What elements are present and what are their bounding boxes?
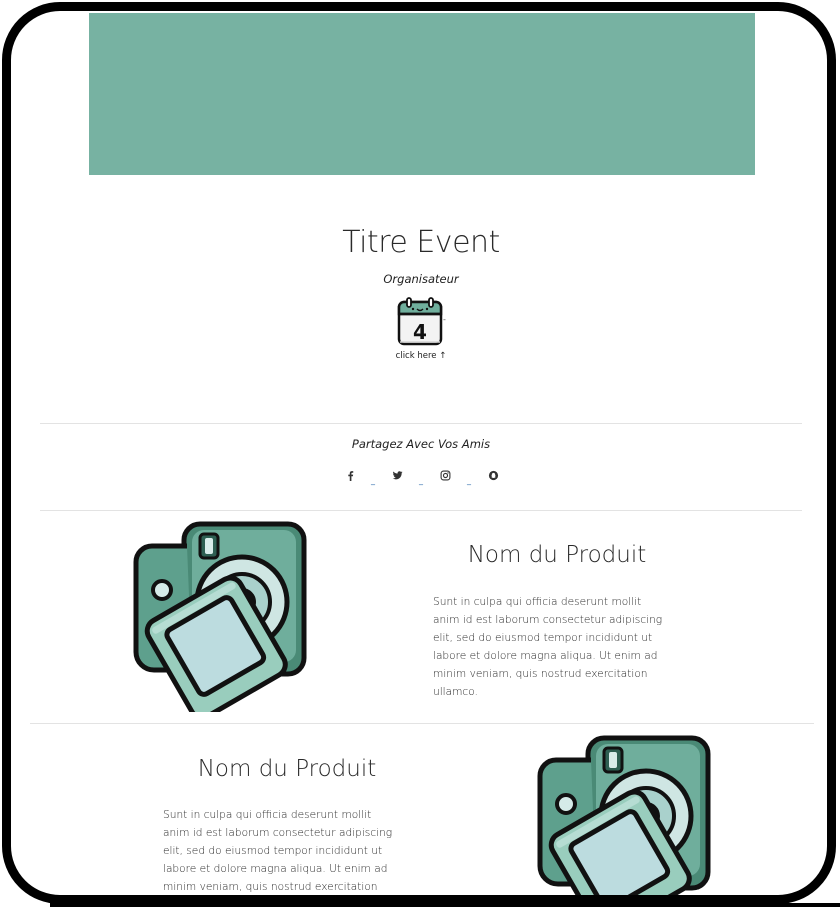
product-name: Nom du Produit <box>467 542 647 568</box>
share-separator: _ <box>371 476 375 485</box>
divider <box>30 723 814 724</box>
instagram-icon <box>440 470 450 480</box>
bottom-border-line <box>50 903 840 907</box>
share-separator: _ <box>419 476 423 485</box>
product-camera-image <box>132 520 314 712</box>
calendar-day: 4 <box>413 320 427 344</box>
product-name: Nom du Produit <box>197 756 377 782</box>
facebook-icon <box>347 470 353 481</box>
share-title: Partagez Avec Vos Amis <box>351 437 491 451</box>
calendar-icon: 4 <box>397 297 443 346</box>
product-description: Sunt in culpa qui officia deserunt molli… <box>433 596 663 698</box>
share-separator: _ <box>467 476 471 485</box>
event-title: Titre Event <box>342 225 500 260</box>
divider <box>40 423 802 424</box>
page-frame: Titre Event Organisateur 4 - click here … <box>2 2 836 904</box>
snapchat-share-button[interactable] <box>487 465 499 485</box>
instagram-share-button[interactable] <box>439 465 451 485</box>
product-description: Sunt in culpa qui officia deserunt molli… <box>163 809 393 893</box>
event-banner <box>89 13 755 175</box>
snapchat-icon <box>488 470 498 480</box>
facebook-share-button[interactable] <box>344 465 356 485</box>
twitter-share-button[interactable] <box>391 465 403 485</box>
event-organizer: Organisateur <box>383 272 459 286</box>
click-here-hint: click here ↑ <box>395 351 447 361</box>
twitter-icon <box>392 470 403 479</box>
add-to-calendar-button[interactable]: 4 <box>396 297 444 349</box>
product-camera-image <box>536 734 718 904</box>
divider <box>40 510 802 511</box>
calendar-link-underline: - <box>443 315 446 324</box>
